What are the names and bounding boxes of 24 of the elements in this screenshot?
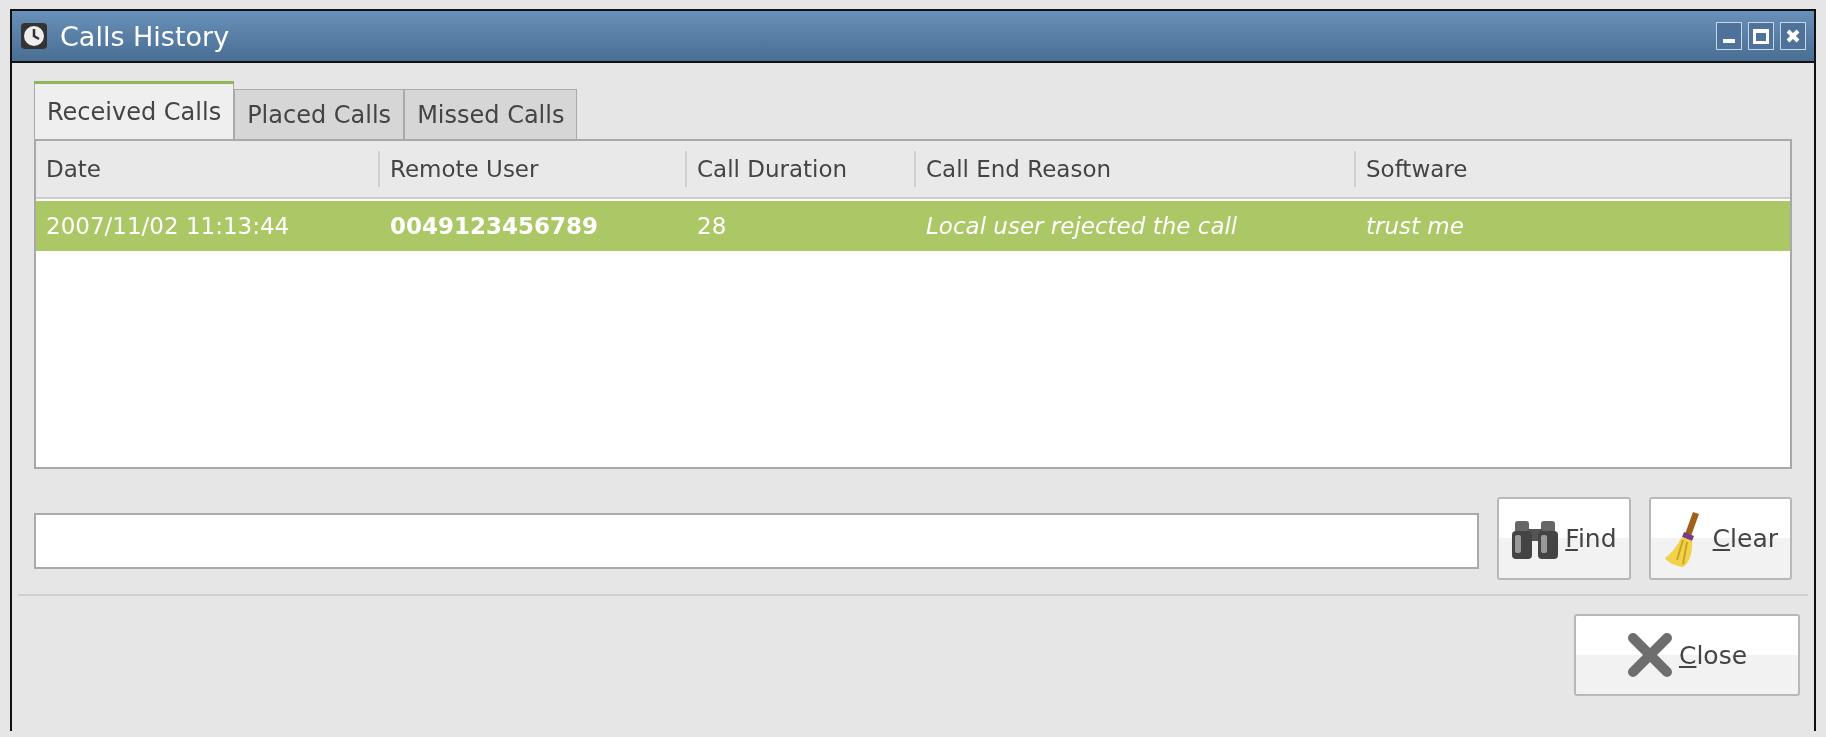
window-title: Calls History xyxy=(60,20,230,52)
clock-icon xyxy=(20,22,48,50)
table-cell-text: 28 xyxy=(696,213,728,239)
table-cell-text: Local user rejected the call xyxy=(925,213,1239,239)
close-icon xyxy=(1785,28,1801,44)
close-button[interactable]: Close xyxy=(1574,614,1800,696)
find-button[interactable]: Find xyxy=(1497,497,1631,580)
clear-button[interactable]: Clear xyxy=(1648,497,1792,580)
tab[interactable]: Placed Calls xyxy=(234,89,405,139)
table-cell-text: trust me xyxy=(1365,213,1465,239)
column-header[interactable]: Remote User xyxy=(380,151,687,187)
search-field[interactable] xyxy=(34,512,1480,569)
close-icon xyxy=(1626,632,1673,678)
column-header[interactable]: Software xyxy=(1356,151,1790,187)
column-header[interactable]: Call Duration xyxy=(687,151,916,187)
maximize-button[interactable] xyxy=(1748,22,1774,50)
close-window-button[interactable] xyxy=(1780,22,1806,50)
table-cell-text: 2007/11/02 11:13:44 xyxy=(45,213,291,239)
column-header[interactable]: Date xyxy=(36,151,380,187)
tab[interactable]: Missed Calls xyxy=(404,89,578,139)
tab[interactable]: Received Calls xyxy=(34,81,235,139)
minimize-button[interactable] xyxy=(1716,22,1742,50)
column-header[interactable]: Call End Reason xyxy=(916,151,1356,187)
table-cell-text: 0049123456789 xyxy=(389,213,600,239)
